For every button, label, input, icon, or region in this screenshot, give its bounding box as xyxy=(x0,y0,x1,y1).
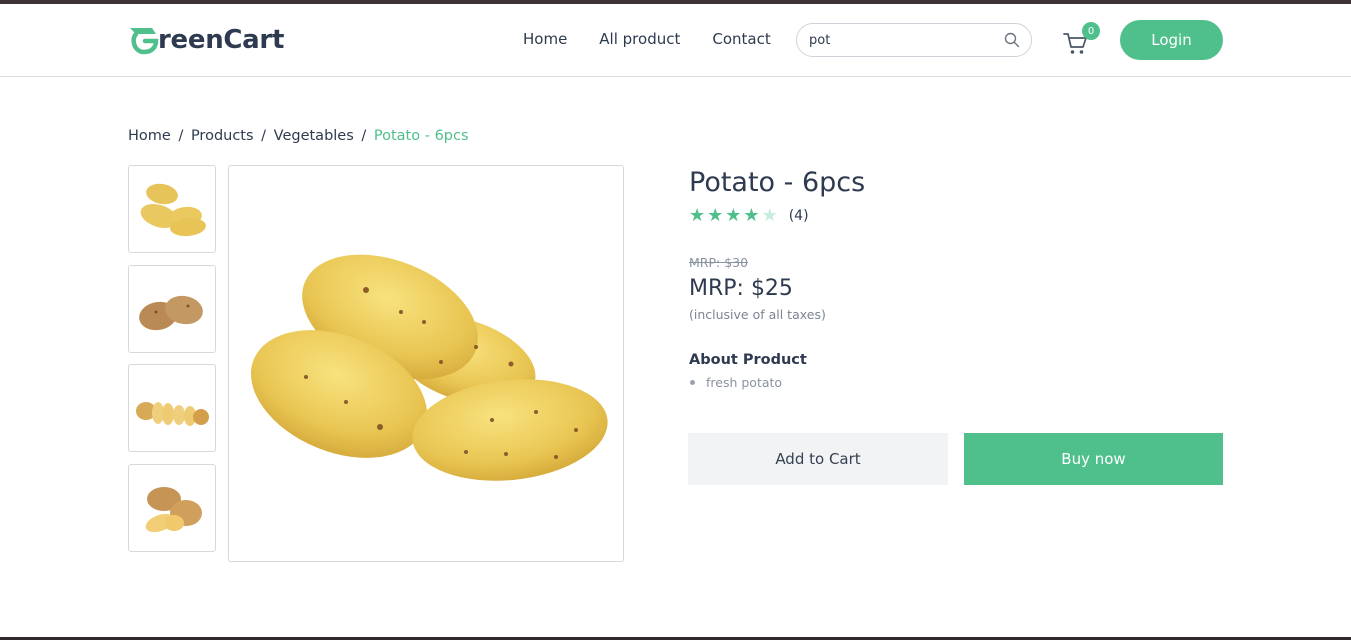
bullet-icon xyxy=(690,380,695,385)
search-icon[interactable] xyxy=(1003,31,1021,49)
list-item: fresh potato xyxy=(689,375,782,390)
breadcrumb-vegetables[interactable]: Vegetables xyxy=(274,128,354,144)
breadcrumb-separator: / xyxy=(261,128,267,144)
breadcrumb-home[interactable]: Home xyxy=(128,128,171,144)
potato-halves-image xyxy=(132,471,212,545)
about-product-list: fresh potato xyxy=(689,375,782,390)
thumbnail-1[interactable] xyxy=(128,165,216,253)
potato-main-image xyxy=(236,172,616,556)
tax-note: (inclusive of all taxes) xyxy=(689,307,826,322)
logo[interactable]: reenCart xyxy=(128,25,284,55)
greencart-g-icon xyxy=(128,25,160,55)
about-product-heading: About Product xyxy=(689,352,807,368)
nav-all-product[interactable]: All product xyxy=(599,30,680,48)
current-price: MRP: $25 xyxy=(689,276,793,301)
search-bar xyxy=(796,23,1032,57)
rating-count: (4) xyxy=(788,208,809,224)
product-rating: ★ ★ ★ ★ ★ (4) xyxy=(689,207,809,225)
main-product-image xyxy=(228,165,624,562)
star-icon: ★ xyxy=(725,205,742,226)
breadcrumb-separator: / xyxy=(178,128,184,144)
thumbnail-4[interactable] xyxy=(128,464,216,552)
star-icon: ★ xyxy=(707,205,724,226)
star-empty-icon: ★ xyxy=(761,205,778,226)
star-icon: ★ xyxy=(689,205,706,226)
search-input[interactable] xyxy=(809,32,1003,48)
about-item-text: fresh potato xyxy=(706,375,783,390)
star-icon: ★ xyxy=(743,205,760,226)
potato-pile-image xyxy=(132,172,212,246)
cart-count-badge: 0 xyxy=(1082,22,1100,40)
brown-potatoes-image xyxy=(132,272,212,346)
product-title: Potato - 6pcs xyxy=(689,167,866,198)
main-nav: Home All product Contact xyxy=(523,30,771,48)
breadcrumb-current: Potato - 6pcs xyxy=(373,128,469,144)
buy-now-button[interactable]: Buy now xyxy=(964,433,1223,485)
site-header: reenCart Home All product Contact 0 Logi… xyxy=(0,4,1351,77)
nav-contact[interactable]: Contact xyxy=(712,30,770,48)
breadcrumb: Home / Products / Vegetables / Potato - … xyxy=(128,128,469,144)
add-to-cart-button[interactable]: Add to Cart xyxy=(688,433,948,485)
thumbnail-3[interactable] xyxy=(128,364,216,452)
breadcrumb-separator: / xyxy=(361,128,367,144)
brand-name: reenCart xyxy=(158,25,285,55)
sliced-potato-image xyxy=(132,371,212,445)
thumbnail-2[interactable] xyxy=(128,265,216,353)
cart-button[interactable]: 0 xyxy=(1063,22,1100,58)
old-price: MRP: $30 xyxy=(689,255,749,270)
breadcrumb-products[interactable]: Products xyxy=(191,128,254,144)
login-button[interactable]: Login xyxy=(1120,20,1223,60)
nav-home[interactable]: Home xyxy=(523,30,567,48)
